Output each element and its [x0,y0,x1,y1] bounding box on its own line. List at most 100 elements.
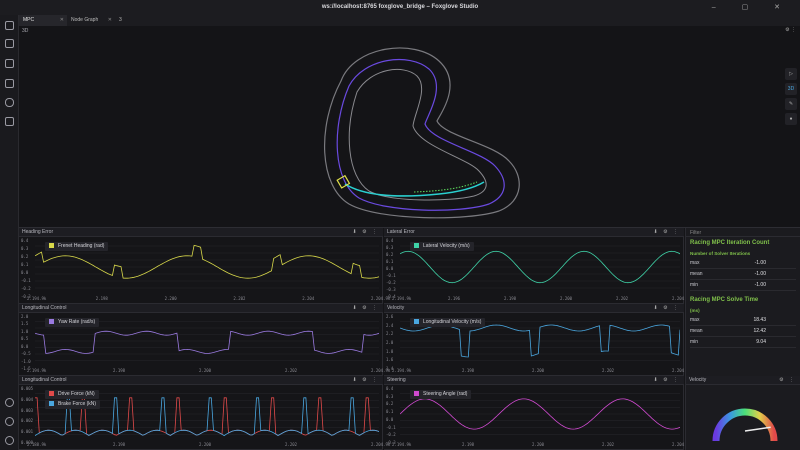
legend-label: Brake Force (kN) [58,401,97,407]
account-icon[interactable] [5,417,14,426]
legend-label: Lateral Velocity (m/s) [423,243,470,249]
close-icon[interactable]: ✕ [60,15,64,26]
y-tick-label: -0.3 [386,287,396,292]
y-tick-label: 0.002 [21,418,34,424]
long2-plot-panel[interactable]: Longitudinal Control ⬇ ⚙ ⋮ Drive Force (kN… [19,376,390,450]
x-tick-label: 2.198 [95,296,108,301]
legend-item[interactable]: Lateral Velocity (m/s) [410,242,474,251]
table-row: max -1.00 [690,258,796,269]
row-value: -1.00 [754,282,766,288]
legend-label: Steering Angle (rad) [423,391,468,397]
panel-title: Heading Error [22,229,54,235]
panel-toolbar[interactable]: ⬇ ⚙ ⋮ [654,228,680,237]
panel-toolbar[interactable]: ⬇ ⚙ ⋮ [353,376,379,385]
topics-icon[interactable] [5,79,14,88]
panel-toolbar[interactable]: ⚙ ⋮ [779,376,796,385]
legend-swatch [49,391,54,397]
gauge-panel: Velocity ⚙ ⋮ [685,376,800,450]
view-mode-toggle[interactable]: 3D [785,83,797,95]
y-tick-label: -0.1 [386,424,396,430]
y-tick-label: 0.0 [386,266,394,271]
x-tick-label: 2.202 [285,368,298,373]
x-tick-label: 2.194.9k [27,368,47,373]
table-panel: Filter Racing MPC Iteration Count Number… [685,228,800,376]
panel-title: Longitudinal Control [22,305,67,311]
long1-plot-panel[interactable]: Longitudinal Control ⬇ ⚙ ⋮ Yaw Rate (rad/s… [19,304,390,376]
velocity-gauge [712,408,778,442]
tab-mpc[interactable]: MPC ✕ [19,15,67,26]
cursor-icon[interactable]: ▷ [785,68,797,80]
legend-item[interactable]: Frenet Heading (rad) [45,242,109,251]
row-value: -1.00 [754,260,766,266]
y-tick-label: 0.4 [21,238,29,243]
panel-settings-icon[interactable] [5,59,14,68]
extensions-icon[interactable] [5,117,14,126]
panel-toolbar[interactable]: ⬇ ⚙ ⋮ [654,304,680,313]
table-row: min 9.04 [690,337,796,348]
x-tick-label: 2.200 [532,442,545,447]
panel-toolbar[interactable]: ⬇ ⚙ ⋮ [353,228,379,237]
y-tick-label: 0.4 [386,386,394,391]
y-tick-label: -0.5 [21,351,31,357]
row-key: max [690,317,700,323]
legend-item[interactable]: Steering Angle (rad) [410,390,472,399]
y-tick-label: 1.6 [386,357,394,363]
x-tick-label: 2.194.9k [392,368,412,373]
variables-icon[interactable] [5,98,14,107]
window-controls[interactable]: – ▢ ✕ [712,0,792,15]
x-tick-label: 2.198 [113,442,126,447]
y-tick-label: 1.8 [386,348,394,354]
y-tick-label: 0.1 [386,259,394,264]
iteration-subtitle: Number of Solver Iterations [690,251,751,256]
table-row: mean 12.42 [690,326,796,337]
y-tick-label: 1.0 [21,328,29,334]
panel-layout-icon[interactable] [5,39,14,48]
panel-toolbar[interactable]: ⬇ ⚙ ⋮ [654,376,680,385]
ruler-icon[interactable]: ✎ [785,98,797,110]
tab-3[interactable]: 3 [115,15,145,26]
row-value: 9.04 [756,339,766,345]
tab-node-graph[interactable]: Node Graph ✕ [67,15,115,26]
help-icon[interactable] [5,398,14,407]
y-tick-label: 0.2 [386,401,394,407]
y-tick-label: 2.4 [386,322,394,328]
filter-input[interactable]: Filter [686,228,800,237]
y-tick-label: -0.1 [21,278,31,283]
legend-item[interactable]: Brake Force (kN) [45,400,101,409]
row-value: 12.42 [753,328,766,334]
x-tick-label: 2.202 [602,368,615,373]
legend-item[interactable]: Drive Force (kN) [45,390,99,399]
x-tick-label: 2.202 [285,442,298,447]
pin-icon[interactable]: ● [785,113,797,125]
y-tick-label: 0.4 [386,238,394,243]
tab-label: Node Graph [71,17,99,23]
3d-panel[interactable]: 3D ⚙ ⋮ ▷ 3D ✎ ● [19,26,800,228]
x-tick-label: 2.194.9k [392,442,412,447]
x-tick-label: 2.200 [164,296,177,301]
foxglove-logo-icon[interactable] [5,21,14,30]
panel-toolbar[interactable]: ⬇ ⚙ ⋮ [353,304,379,313]
gauge-needle [744,426,771,432]
y-tick-label: 2.6 [386,314,394,319]
x-tick-label: 2.202 [616,296,629,301]
steering-plot-panel[interactable]: Steering ⬇ ⚙ ⋮ Steering Angle (rad) 0.4 0.3 0… [384,376,691,450]
x-tick-label: 2.202 [233,296,246,301]
legend-item[interactable]: Yaw Rate (rad/s) [45,318,100,327]
legend-swatch [414,243,419,249]
x-tick-label: 2.196 [448,296,461,301]
y-tick-label: 1.5 [21,321,29,327]
iteration-title: Racing MPC Iteration Count [690,240,770,246]
x-tick-label: 2.198 [462,368,475,373]
table-row: min -1.00 [690,280,796,291]
x-tick-label: 2.198 [113,368,126,373]
legend-item[interactable]: Longitudinal Velocity (m/s) [410,318,486,327]
y-tick-label: 0.0 [21,270,29,275]
heading-plot-panel[interactable]: Heading Error ⬇ ⚙ ⋮ Frenet Heading (rad) 0.… [19,228,390,304]
velocity-plot-panel[interactable]: Velocity ⬇ ⚙ ⋮ Longitudinal Velocity (m/s)… [384,304,691,376]
settings-gear-icon[interactable] [5,436,14,445]
close-icon[interactable]: ✕ [108,15,112,26]
legend-swatch [414,319,419,325]
lateral-plot-panel[interactable]: Lateral Error ⬇ ⚙ ⋮ Lateral Velocity (m/s)… [384,228,691,304]
y-tick-label: 0.2 [386,252,394,257]
y-tick-label: 0.5 [21,336,29,342]
